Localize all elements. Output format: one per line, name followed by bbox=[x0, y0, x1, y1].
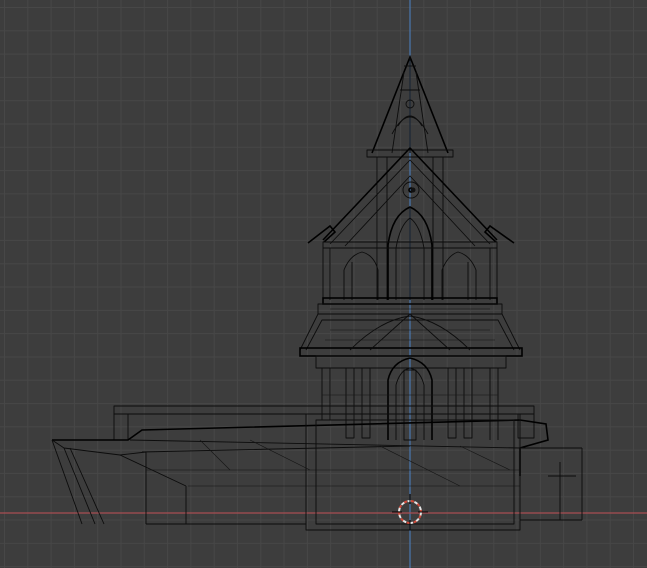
base-platform bbox=[51, 405, 583, 531]
spire bbox=[366, 54, 454, 158]
church-wireframe-model[interactable] bbox=[51, 54, 583, 531]
3d-viewport[interactable] bbox=[0, 0, 647, 568]
object-origin-icon bbox=[410, 187, 416, 193]
wireframe-scene[interactable] bbox=[0, 0, 647, 568]
